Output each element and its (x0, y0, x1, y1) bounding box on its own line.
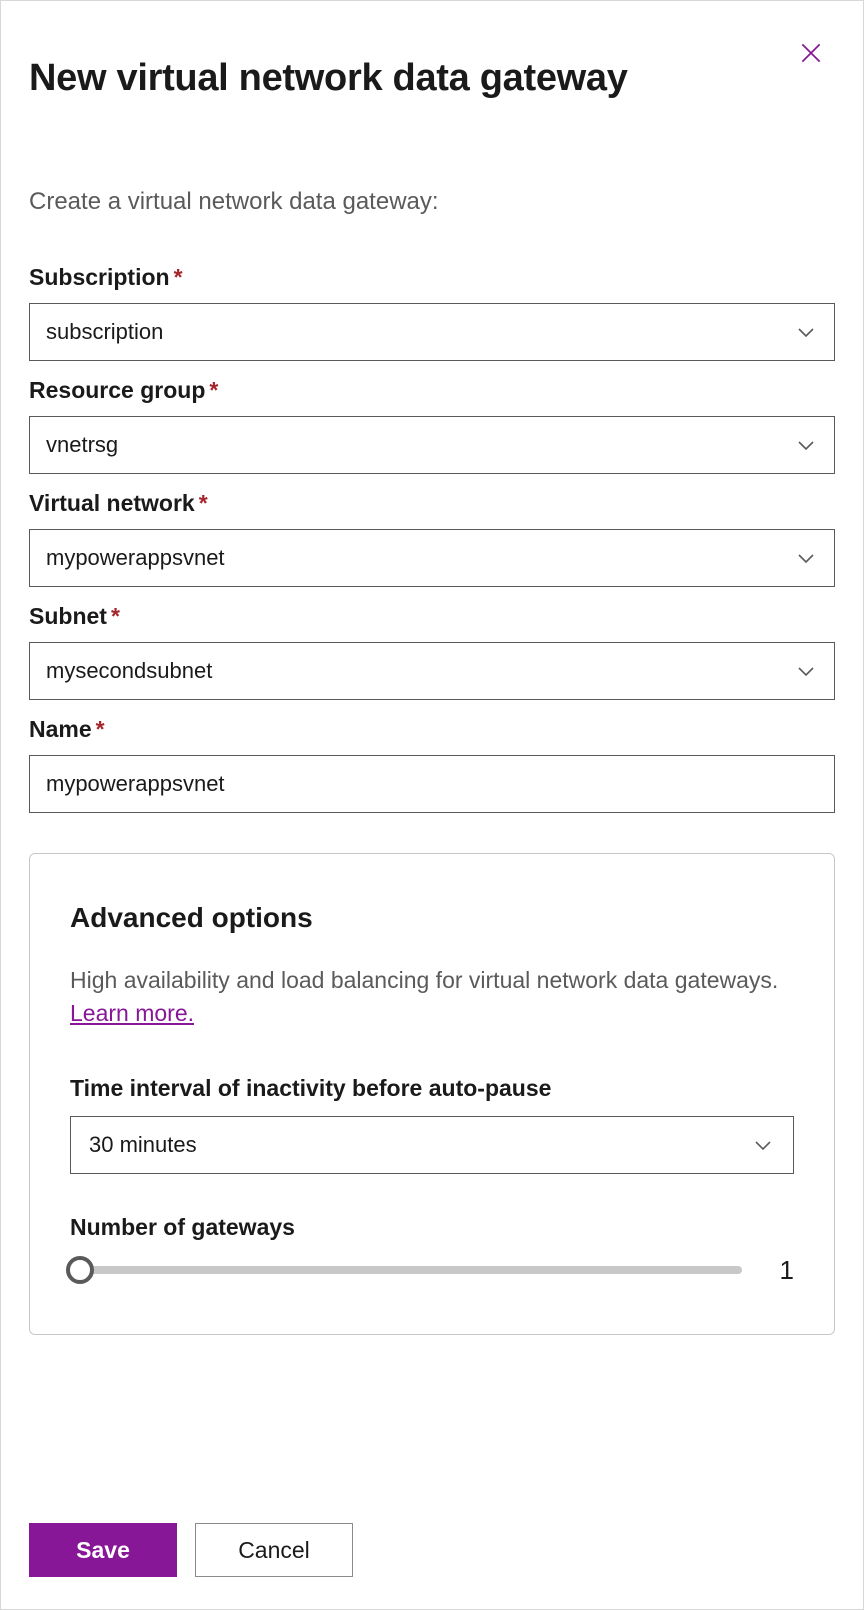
field-subscription: Subscription* subscription (29, 264, 835, 361)
chevron-down-icon (794, 433, 818, 457)
learn-more-link[interactable]: Learn more. (70, 1000, 194, 1026)
name-input[interactable] (29, 755, 835, 813)
virtual-network-value: mypowerappsvnet (46, 545, 225, 571)
required-marker: * (96, 716, 105, 742)
subnet-label: Subnet* (29, 603, 835, 630)
label-text: Subnet (29, 603, 107, 629)
field-resource-group: Resource group* vnetrsg (29, 377, 835, 474)
chevron-down-icon (751, 1133, 775, 1157)
label-text: Virtual network (29, 490, 195, 516)
chevron-down-icon (794, 659, 818, 683)
subnet-value: mysecondsubnet (46, 658, 212, 684)
subscription-value: subscription (46, 319, 163, 345)
label-text: Subscription (29, 264, 170, 290)
chevron-down-icon (794, 546, 818, 570)
panel-subtitle: Create a virtual network data gateway: (29, 188, 835, 216)
required-marker: * (199, 490, 208, 516)
advanced-options-card: Advanced options High availability and l… (29, 853, 835, 1335)
label-text: Name (29, 716, 92, 742)
subscription-dropdown[interactable]: subscription (29, 303, 835, 361)
time-interval-value: 30 minutes (89, 1132, 197, 1158)
resource-group-label: Resource group* (29, 377, 835, 404)
subnet-dropdown[interactable]: mysecondsubnet (29, 642, 835, 700)
cancel-button[interactable]: Cancel (195, 1523, 353, 1577)
label-text: Resource group (29, 377, 205, 403)
name-label: Name* (29, 716, 835, 743)
required-marker: * (209, 377, 218, 403)
slider-thumb[interactable] (66, 1256, 94, 1284)
required-marker: * (111, 603, 120, 629)
advanced-desc-text: High availability and load balancing for… (70, 967, 778, 993)
resource-group-value: vnetrsg (46, 432, 118, 458)
resource-group-dropdown[interactable]: vnetrsg (29, 416, 835, 474)
gateways-value: 1 (766, 1255, 794, 1286)
field-virtual-network: Virtual network* mypowerappsvnet (29, 490, 835, 587)
gateways-label: Number of gateways (70, 1214, 794, 1241)
gateways-slider-row: 1 (70, 1255, 794, 1286)
time-interval-dropdown[interactable]: 30 minutes (70, 1116, 794, 1174)
close-icon (798, 40, 824, 71)
new-gateway-panel: New virtual network data gateway Create … (1, 1, 863, 1363)
virtual-network-label: Virtual network* (29, 490, 835, 517)
virtual-network-dropdown[interactable]: mypowerappsvnet (29, 529, 835, 587)
save-button[interactable]: Save (29, 1523, 177, 1577)
chevron-down-icon (794, 320, 818, 344)
subscription-label: Subscription* (29, 264, 835, 291)
field-name: Name* (29, 716, 835, 813)
gateways-slider[interactable] (70, 1266, 742, 1274)
close-button[interactable] (795, 39, 827, 71)
required-marker: * (174, 264, 183, 290)
advanced-title: Advanced options (70, 902, 794, 934)
footer-actions: Save Cancel (29, 1523, 353, 1577)
field-subnet: Subnet* mysecondsubnet (29, 603, 835, 700)
panel-title: New virtual network data gateway (29, 57, 835, 100)
time-interval-label: Time interval of inactivity before auto-… (70, 1075, 794, 1102)
advanced-description: High availability and load balancing for… (70, 964, 794, 1031)
